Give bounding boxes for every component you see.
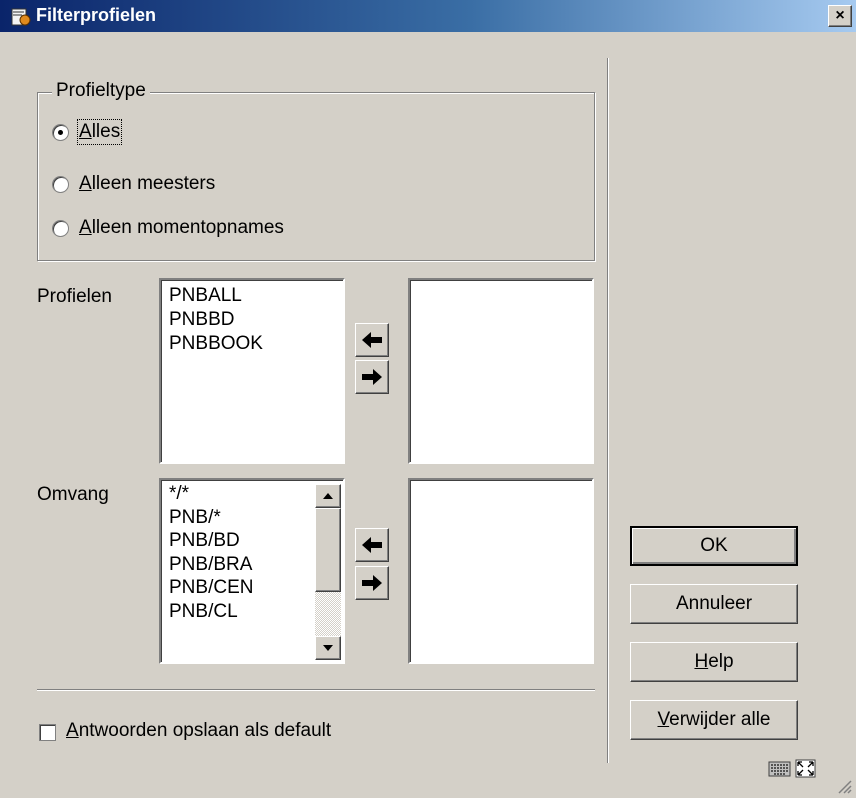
radio-alleen-meesters[interactable]: Alleen meesters xyxy=(52,173,215,195)
radio-label: Alleen momentopnames xyxy=(79,217,284,238)
profielen-available-list[interactable]: PNBALL PNBBD PNBBOOK xyxy=(159,278,345,464)
resize-grip-icon[interactable] xyxy=(836,778,852,794)
close-icon: × xyxy=(835,7,845,24)
arrow-right-icon xyxy=(362,575,382,591)
title-bar: Filterprofielen × xyxy=(0,0,856,32)
profielen-selected-list[interactable] xyxy=(408,278,594,464)
scroll-down-icon xyxy=(323,645,333,651)
app-icon xyxy=(11,8,31,26)
close-button[interactable]: × xyxy=(828,5,852,27)
radio-button[interactable] xyxy=(52,123,69,141)
separator-horizontal xyxy=(37,689,595,691)
list-item[interactable]: PNB/* xyxy=(169,506,253,530)
list-item[interactable]: PNBBOOK xyxy=(169,332,263,356)
list-item[interactable]: PNB/BD xyxy=(169,529,253,553)
keyboard-icon[interactable] xyxy=(768,758,792,778)
help-button[interactable]: Help xyxy=(630,642,798,682)
omvang-scrollbar[interactable] xyxy=(315,484,341,660)
list-item[interactable]: PNBBD xyxy=(169,308,263,332)
omvang-move-right-button[interactable] xyxy=(355,566,389,600)
list-item[interactable]: PNB/CL xyxy=(169,600,253,624)
profieltype-legend: Profieltype xyxy=(52,80,150,102)
list-item[interactable]: */* xyxy=(169,482,253,506)
radio-alles[interactable]: Alles xyxy=(52,119,123,145)
omvang-selected-list[interactable] xyxy=(408,478,594,664)
save-default-checkbox[interactable] xyxy=(39,724,56,741)
profieltype-group: Profieltype Alles Alleen meesters Alleen… xyxy=(37,80,595,261)
scroll-up-icon xyxy=(323,493,333,499)
radio-label: Alles xyxy=(76,119,123,145)
scroll-up-button[interactable] xyxy=(315,484,341,508)
profielen-label: Profielen xyxy=(37,286,112,307)
maximize-icon[interactable] xyxy=(794,758,818,778)
profielen-move-left-button[interactable] xyxy=(355,323,389,357)
profielen-move-right-button[interactable] xyxy=(355,360,389,394)
arrow-left-icon xyxy=(362,537,382,553)
radio-button[interactable] xyxy=(52,175,69,193)
window-title: Filterprofielen xyxy=(36,5,157,25)
radio-label: Alleen meesters xyxy=(79,173,216,194)
omvang-label: Omvang xyxy=(37,484,109,505)
arrow-left-icon xyxy=(362,332,382,348)
scroll-down-button[interactable] xyxy=(315,636,341,660)
scroll-thumb[interactable] xyxy=(315,508,341,592)
separator-vertical xyxy=(607,58,609,763)
arrow-right-icon xyxy=(362,369,382,385)
radio-button[interactable] xyxy=(52,219,69,237)
omvang-available-list[interactable]: */* PNB/* PNB/BD PNB/BRA PNB/CEN PNB/CL xyxy=(159,478,345,664)
radio-alleen-momentopnames[interactable]: Alleen momentopnames xyxy=(52,217,284,239)
list-item[interactable]: PNB/CEN xyxy=(169,576,253,600)
delete-all-button[interactable]: Verwijder alle xyxy=(630,700,798,740)
cancel-button[interactable]: Annuleer xyxy=(630,584,798,624)
list-item[interactable]: PNBALL xyxy=(169,284,263,308)
save-default-label: Antwoorden opslaan als default xyxy=(66,720,332,741)
omvang-move-left-button[interactable] xyxy=(355,528,389,562)
list-item[interactable]: PNB/BRA xyxy=(169,553,253,577)
ok-button[interactable]: OK xyxy=(630,526,798,566)
